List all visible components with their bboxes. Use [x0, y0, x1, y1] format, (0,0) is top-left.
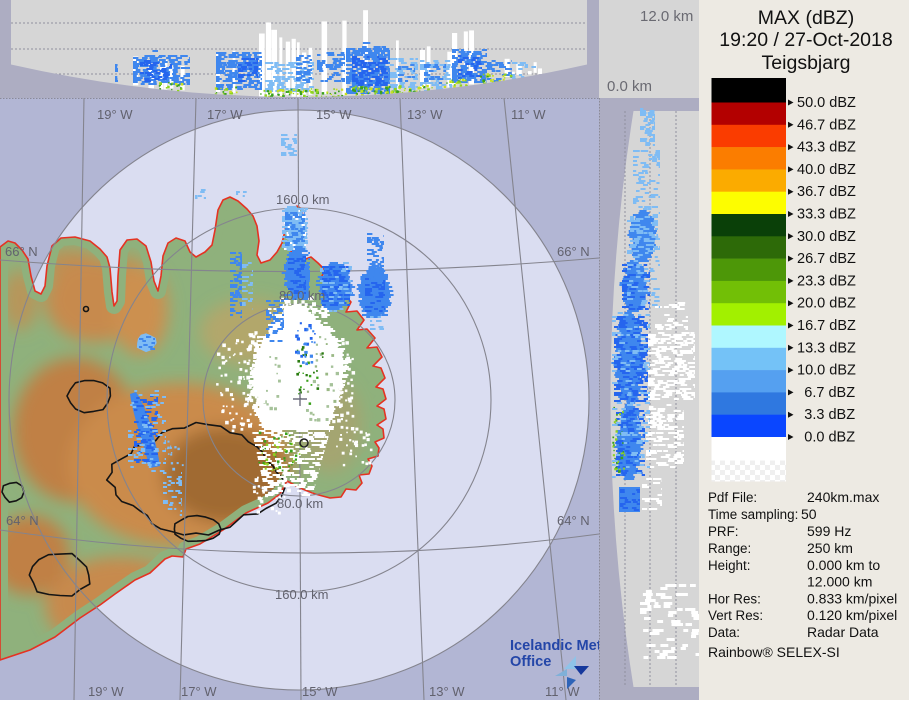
svg-text:26.7 dBZ: 26.7 dBZ: [797, 251, 856, 267]
svg-text:Pdf File:: Pdf File:: [708, 490, 757, 505]
svg-text:0.0 dBZ: 0.0 dBZ: [804, 430, 855, 446]
svg-text:Office: Office: [510, 654, 551, 670]
svg-text:12.000 km: 12.000 km: [807, 574, 872, 590]
svg-text:30.0 dBZ: 30.0 dBZ: [797, 229, 856, 245]
svg-text:Teigsbjarg: Teigsbjarg: [762, 52, 851, 74]
svg-text:11° W: 11° W: [511, 107, 546, 122]
svg-text:13° W: 13° W: [407, 107, 443, 122]
svg-text:16.7 dBZ: 16.7 dBZ: [797, 318, 856, 334]
svg-text:50.0 dBZ: 50.0 dBZ: [797, 95, 856, 111]
svg-text:10.0 dBZ: 10.0 dBZ: [797, 363, 856, 379]
svg-text:64° N: 64° N: [6, 513, 39, 528]
svg-text:0.000 km to: 0.000 km to: [807, 557, 880, 573]
svg-text:Data:: Data:: [708, 625, 740, 640]
svg-text:19° W: 19° W: [97, 107, 133, 122]
svg-text:64° N: 64° N: [557, 513, 590, 528]
svg-text:40.0 dBZ: 40.0 dBZ: [797, 162, 856, 178]
svg-text:17° W: 17° W: [207, 107, 243, 122]
svg-text:80.0 km: 80.0 km: [279, 288, 325, 303]
svg-text:6.7 dBZ: 6.7 dBZ: [804, 385, 855, 401]
svg-text:66° N: 66° N: [557, 244, 590, 259]
svg-text:240km.max: 240km.max: [807, 489, 879, 505]
svg-text:33.3 dBZ: 33.3 dBZ: [797, 207, 856, 223]
svg-text:Time sampling:: Time sampling:: [708, 507, 798, 522]
svg-text:19° W: 19° W: [88, 684, 124, 699]
svg-text:17° W: 17° W: [181, 684, 217, 699]
svg-text:19:20 / 27-Oct-2018: 19:20 / 27-Oct-2018: [719, 29, 892, 51]
svg-text:160.0 km: 160.0 km: [275, 587, 328, 602]
svg-text:23.3 dBZ: 23.3 dBZ: [797, 273, 856, 289]
svg-text:Icelandic Met: Icelandic Met: [510, 638, 602, 654]
svg-text:20.0 dBZ: 20.0 dBZ: [797, 296, 856, 312]
svg-text:Range:: Range:: [708, 541, 751, 556]
svg-text:36.7 dBZ: 36.7 dBZ: [797, 184, 856, 200]
svg-text:250 km: 250 km: [807, 540, 853, 556]
svg-text:Hor Res:: Hor Res:: [708, 592, 761, 607]
svg-text:43.3 dBZ: 43.3 dBZ: [797, 140, 856, 156]
svg-text:0.0 km: 0.0 km: [607, 78, 652, 95]
svg-text:Rainbow® SELEX-SI: Rainbow® SELEX-SI: [708, 644, 840, 660]
svg-text:13° W: 13° W: [429, 684, 465, 699]
svg-text:3.3 dBZ: 3.3 dBZ: [804, 407, 855, 423]
svg-text:Vert Res:: Vert Res:: [708, 608, 763, 623]
svg-text:0.120 km/pixel: 0.120 km/pixel: [807, 607, 897, 623]
svg-text:66° N: 66° N: [5, 244, 38, 259]
svg-text:46.7 dBZ: 46.7 dBZ: [797, 117, 856, 133]
svg-text:599 Hz: 599 Hz: [807, 523, 851, 539]
svg-text:15° W: 15° W: [302, 684, 338, 699]
svg-text:80.0 km: 80.0 km: [277, 496, 323, 511]
svg-text:50: 50: [801, 506, 817, 522]
svg-text:PRF:: PRF:: [708, 524, 739, 539]
svg-text:13.3 dBZ: 13.3 dBZ: [797, 340, 856, 356]
svg-text:0.833 km/pixel: 0.833 km/pixel: [807, 591, 897, 607]
svg-text:160.0 km: 160.0 km: [276, 192, 329, 207]
svg-text:11° W: 11° W: [545, 684, 580, 699]
svg-text:15° W: 15° W: [316, 107, 352, 122]
svg-text:MAX (dBZ): MAX (dBZ): [758, 7, 854, 29]
svg-text:12.0 km: 12.0 km: [640, 8, 693, 25]
svg-text:Height:: Height:: [708, 558, 750, 573]
svg-text:Radar Data: Radar Data: [807, 624, 879, 640]
